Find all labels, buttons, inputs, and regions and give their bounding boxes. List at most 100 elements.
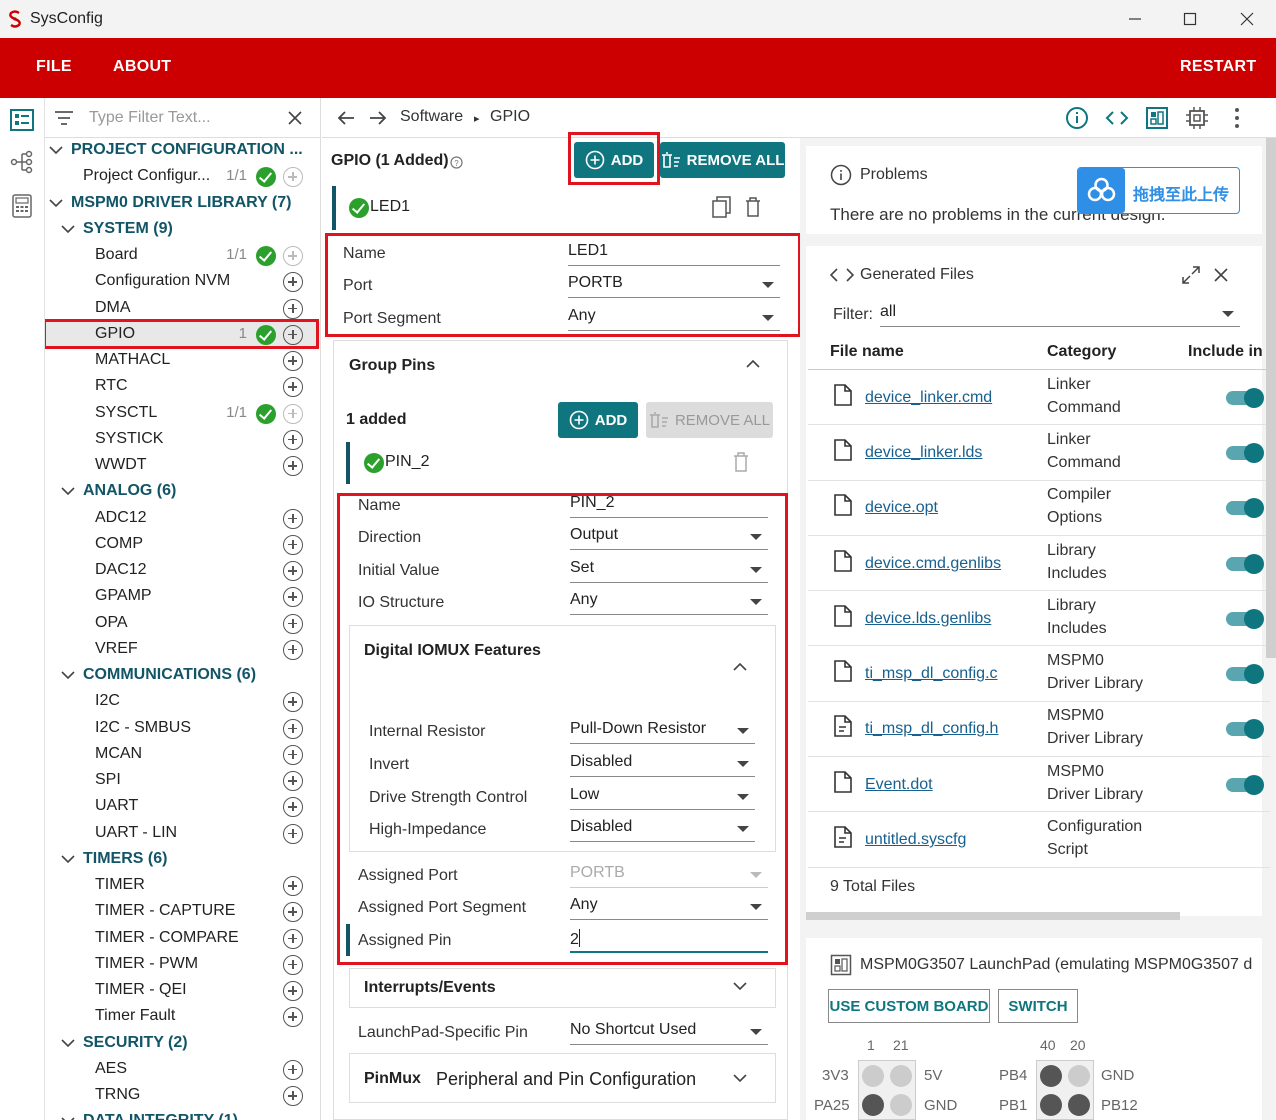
tree-item-vref[interactable]: VREF — [45, 637, 320, 663]
include-toggle[interactable] — [1226, 498, 1264, 519]
tree-item-timer-compare[interactable]: TIMER - COMPARE — [45, 926, 320, 952]
tree-project-config-item[interactable]: Project Configur... 1/1 — [45, 164, 320, 190]
tree-security[interactable]: SECURITY (2) — [45, 1031, 320, 1057]
expand-icon[interactable] — [1182, 266, 1200, 284]
calculator-view-icon[interactable] — [10, 194, 34, 218]
add-module-icon[interactable] — [283, 639, 303, 660]
pin-gnd-1[interactable] — [890, 1094, 912, 1116]
pin-5v[interactable] — [890, 1065, 912, 1087]
tree-item-sysctl[interactable]: SYSCTL 1/1 — [45, 401, 320, 427]
tree-item-adc12[interactable]: ADC12 — [45, 506, 320, 532]
tree-item-timer-capture[interactable]: TIMER - CAPTURE — [45, 899, 320, 925]
add-module-icon[interactable] — [283, 587, 303, 608]
file-link[interactable]: device_linker.cmd — [865, 389, 992, 407]
chevron-down-icon[interactable] — [49, 196, 63, 210]
help-icon[interactable]: ? — [450, 156, 463, 169]
tree-comms[interactable]: COMMUNICATIONS (6) — [45, 663, 320, 689]
add-module-icon[interactable] — [283, 613, 303, 634]
about-menu[interactable]: ABOUT — [113, 58, 171, 76]
add-module-icon[interactable] — [283, 456, 303, 476]
chevron-down-icon[interactable] — [49, 143, 63, 157]
chevron-down-icon[interactable] — [61, 484, 75, 498]
code-view-icon[interactable] — [1105, 106, 1129, 130]
include-toggle[interactable] — [1226, 608, 1264, 629]
minimize-button[interactable] — [1107, 0, 1163, 38]
clear-filter-icon[interactable] — [288, 111, 302, 125]
switch-board-button[interactable]: SWITCH — [998, 989, 1078, 1023]
tree-item-mcan[interactable]: MCAN — [45, 742, 320, 768]
add-module-icon[interactable] — [283, 876, 303, 896]
add-module-icon[interactable] — [283, 561, 303, 581]
add-module-icon[interactable] — [283, 429, 303, 450]
add-module-icon[interactable] — [283, 167, 303, 188]
board-view-icon[interactable] — [1145, 106, 1169, 130]
pin-3v3[interactable] — [862, 1065, 884, 1087]
remove-all-pins-button[interactable]: REMOVE ALL — [646, 402, 773, 438]
add-module-icon[interactable] — [283, 298, 303, 319]
tree-item-timer-fault[interactable]: Timer Fault — [45, 1004, 320, 1030]
chevron-down-icon[interactable] — [61, 668, 75, 682]
delete-pin-icon[interactable] — [733, 452, 749, 472]
filter-input[interactable]: Type Filter Text... — [89, 109, 211, 127]
add-module-icon[interactable] — [283, 246, 303, 266]
file-link[interactable]: ti_msp_dl_config.h — [865, 720, 998, 738]
include-toggle[interactable] — [1226, 774, 1264, 795]
add-module-icon[interactable] — [283, 1007, 303, 1028]
tree-item-board[interactable]: Board 1/1 — [45, 243, 320, 269]
tree-item-dma[interactable]: DMA — [45, 296, 320, 322]
add-module-icon[interactable] — [283, 272, 303, 293]
tree-item-aes[interactable]: AES — [45, 1057, 320, 1083]
upload-badge[interactable]: 拖拽至此上传 — [1077, 167, 1240, 214]
add-module-icon[interactable] — [283, 981, 303, 1001]
tree-item-comp[interactable]: COMP — [45, 532, 320, 558]
chevron-down-icon[interactable] — [61, 222, 75, 236]
add-module-icon[interactable] — [283, 403, 303, 424]
restart-button[interactable]: RESTART — [1180, 58, 1256, 76]
copy-icon[interactable] — [712, 196, 732, 218]
tree-item-timer-qei[interactable]: TIMER - QEI — [45, 978, 320, 1004]
pin-pb4[interactable] — [1040, 1065, 1062, 1087]
include-toggle[interactable] — [1226, 664, 1264, 685]
info-icon[interactable] — [1065, 106, 1089, 130]
remove-all-gpio-button[interactable]: REMOVE ALL — [660, 142, 785, 178]
more-options-icon[interactable] — [1225, 106, 1249, 130]
add-module-icon[interactable] — [283, 534, 303, 555]
chevron-down-icon[interactable] — [733, 1073, 747, 1083]
chevron-down-icon[interactable] — [733, 981, 747, 991]
file-menu[interactable]: FILE — [36, 58, 72, 76]
file-link[interactable]: ti_msp_dl_config.c — [865, 665, 998, 683]
tree-item-rtc[interactable]: RTC — [45, 374, 320, 400]
tree-system[interactable]: SYSTEM (9) — [45, 217, 320, 243]
file-link[interactable]: Event.dot — [865, 776, 933, 794]
add-module-icon[interactable] — [283, 744, 303, 765]
add-module-icon[interactable] — [283, 1059, 303, 1080]
pin-pb1[interactable] — [1040, 1094, 1062, 1116]
tree-item-trng[interactable]: TRNG — [45, 1083, 320, 1109]
include-toggle[interactable] — [1226, 442, 1264, 463]
add-module-icon[interactable] — [283, 954, 303, 975]
chevron-down-icon[interactable] — [61, 852, 75, 866]
tree-item-opa[interactable]: OPA — [45, 611, 320, 637]
pin-pa25[interactable] — [862, 1094, 884, 1116]
tree-item-i2c[interactable]: I2C — [45, 689, 320, 715]
close-button[interactable] — [1219, 0, 1275, 38]
add-module-icon[interactable] — [283, 823, 303, 844]
tree-item-configuration-nvm[interactable]: Configuration NVM — [45, 269, 320, 295]
add-module-icon[interactable] — [283, 692, 303, 713]
add-module-icon[interactable] — [283, 508, 303, 529]
tree-item-wwdt[interactable]: WWDT — [45, 453, 320, 479]
close-icon[interactable] — [1214, 268, 1228, 282]
pin-instance-pin2[interactable]: PIN_2 — [385, 453, 429, 471]
file-link[interactable]: device.opt — [865, 499, 938, 517]
pin-gnd-2[interactable] — [1068, 1065, 1090, 1087]
horizontal-scrollbar[interactable] — [806, 912, 1180, 920]
tree-data-integrity[interactable]: DATA INTEGRITY (1) — [45, 1109, 320, 1120]
use-custom-board-button[interactable]: USE CUSTOM BOARD — [828, 989, 990, 1023]
add-module-icon[interactable] — [283, 902, 303, 923]
tree-item-uart-lin[interactable]: UART - LIN — [45, 821, 320, 847]
pin-pb12[interactable] — [1068, 1094, 1090, 1116]
hierarchy-view-icon[interactable] — [10, 150, 34, 174]
tree-project-config[interactable]: PROJECT CONFIGURATION ... — [45, 138, 320, 164]
tree-timers[interactable]: TIMERS (6) — [45, 847, 320, 873]
delete-icon[interactable] — [745, 197, 761, 217]
